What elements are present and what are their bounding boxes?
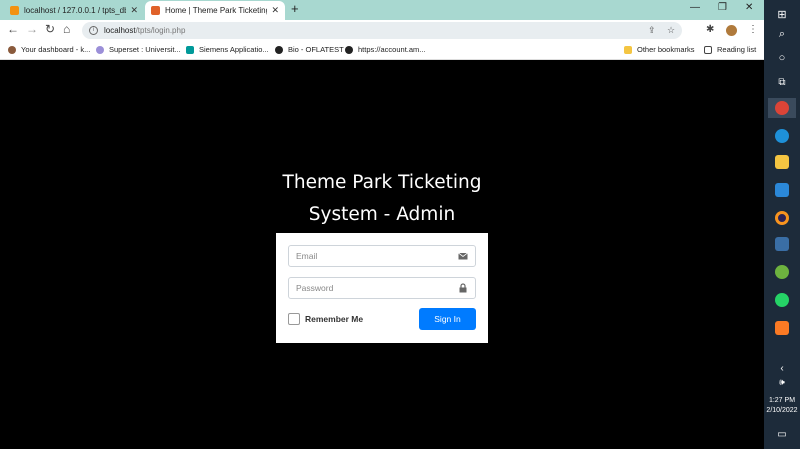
browser-toolbar: ← → ↻ ⌂ i localhost/tpts/login.php ⇪ ☆ ✱… xyxy=(0,20,764,42)
eclipse-app-icon[interactable] xyxy=(772,208,792,228)
search-icon[interactable]: ⌕ xyxy=(772,24,792,44)
visual-studio-icon xyxy=(775,237,789,251)
volume-icon[interactable]: 🕪 xyxy=(772,372,792,392)
minimize-icon[interactable]: — xyxy=(690,2,700,13)
email-field-wrapper xyxy=(288,245,476,267)
phpmyadmin-favicon-icon xyxy=(10,6,19,15)
page-content: Theme Park Ticketing System - Admin Reme… xyxy=(0,60,764,449)
browser-window: localhost / 127.0.0.1 / tpts_db | p ✕ Ho… xyxy=(0,0,764,449)
bookmark-item[interactable]: Your dashboard - k... xyxy=(8,45,90,54)
bookmark-icon xyxy=(186,45,194,54)
bookmark-label: Siemens Applicatio... xyxy=(199,45,269,54)
edge-icon xyxy=(775,129,789,143)
reading-list[interactable]: Reading list xyxy=(704,45,756,54)
clock-time: 1:27 PM xyxy=(768,397,796,404)
tab-phpmyadmin[interactable]: localhost / 127.0.0.1 / tpts_db | p ✕ xyxy=(4,1,144,20)
url-host: localhost xyxy=(104,26,136,35)
system-clock[interactable]: 1:27 PM 2/10/2022 xyxy=(764,396,800,416)
reading-list-icon xyxy=(704,45,712,54)
back-icon[interactable]: ← xyxy=(7,22,19,36)
close-window-icon[interactable]: ✕ xyxy=(745,2,753,13)
reload-icon[interactable]: ↻ xyxy=(45,22,55,36)
windows-start-icon[interactable]: ⊞ xyxy=(772,4,792,24)
store-icon xyxy=(775,183,789,197)
chrome-icon xyxy=(775,101,789,115)
extensions-icon[interactable]: ✱ xyxy=(706,24,714,35)
store-app-icon[interactable] xyxy=(772,180,792,200)
whatsapp-icon xyxy=(775,293,789,307)
xampp-app-icon[interactable] xyxy=(772,318,792,338)
page-title: Theme Park Ticketing System - Admin xyxy=(276,167,488,231)
edge-app-icon[interactable] xyxy=(772,126,792,146)
new-tab-icon[interactable]: + xyxy=(291,1,299,16)
windows-taskbar: ⊞ ⌕ ○ ⧉ ‹ 🕪 1:27 PM 2/10/2022 ▭ xyxy=(764,0,800,449)
other-bookmarks-label: Other bookmarks xyxy=(637,45,695,54)
chrome-app-icon[interactable] xyxy=(768,98,796,118)
url-path: /tpts/login.php xyxy=(135,26,186,35)
bookmark-item[interactable]: Bio - OFLATEST xyxy=(275,45,344,54)
folder-icon xyxy=(775,155,789,169)
share-icon[interactable]: ⇪ xyxy=(648,25,656,36)
bookmark-icon xyxy=(8,45,16,54)
password-field[interactable] xyxy=(289,278,449,298)
clock-date: 2/10/2022 xyxy=(766,407,798,414)
reading-list-label: Reading list xyxy=(717,45,757,54)
profile-avatar[interactable] xyxy=(726,25,737,36)
eclipse-icon xyxy=(775,211,789,225)
remember-me: Remember Me xyxy=(288,313,363,325)
spring-icon xyxy=(775,265,789,279)
folder-icon xyxy=(624,45,632,54)
bookmark-label: https://account.am... xyxy=(358,45,426,54)
title-line: System - Admin xyxy=(308,204,456,225)
bookmark-label: Bio - OFLATEST xyxy=(288,45,344,54)
menu-icon[interactable]: ⋮ xyxy=(748,24,758,35)
cortana-icon[interactable]: ○ xyxy=(772,48,792,68)
bookmark-item[interactable]: Superset : Universit... xyxy=(96,45,181,54)
bookmark-icon xyxy=(275,45,283,54)
tab-strip: localhost / 127.0.0.1 / tpts_db | p ✕ Ho… xyxy=(0,0,764,20)
visual-studio-app-icon[interactable] xyxy=(772,234,792,254)
bookmark-icon xyxy=(96,45,104,54)
tab-title: Home | Theme Park Ticketing Sys xyxy=(165,6,268,15)
site-info-icon[interactable]: i xyxy=(89,26,98,35)
task-view-icon[interactable]: ⧉ xyxy=(772,72,792,92)
other-bookmarks[interactable]: Other bookmarks xyxy=(624,45,695,54)
forward-icon[interactable]: → xyxy=(26,22,38,36)
bookmark-item[interactable]: Siemens Applicatio... xyxy=(186,45,269,54)
password-field-wrapper xyxy=(288,277,476,299)
file-explorer-icon[interactable] xyxy=(772,152,792,172)
envelope-icon xyxy=(458,252,468,260)
notification-icon[interactable]: ▭ xyxy=(772,424,792,444)
remember-me-checkbox[interactable] xyxy=(288,313,300,325)
bookmarks-bar: Your dashboard - k... Superset : Univers… xyxy=(0,42,764,60)
remember-me-label: Remember Me xyxy=(305,314,364,324)
lock-icon xyxy=(459,283,467,293)
sign-in-button[interactable]: Sign In xyxy=(419,308,476,330)
close-tab-icon[interactable]: ✕ xyxy=(271,5,279,16)
close-tab-icon[interactable]: ✕ xyxy=(130,5,138,16)
tab-title: localhost / 127.0.0.1 / tpts_db | p xyxy=(24,6,127,15)
whatsapp-app-icon[interactable] xyxy=(772,290,792,310)
bookmark-label: Superset : Universit... xyxy=(109,45,181,54)
site-favicon-icon xyxy=(151,6,160,15)
address-bar[interactable]: i localhost/tpts/login.php ⇪ ☆ xyxy=(82,22,682,39)
login-card: Remember Me Sign In xyxy=(276,233,488,343)
xampp-icon xyxy=(775,321,789,335)
bookmark-label: Your dashboard - k... xyxy=(21,45,91,54)
tab-home[interactable]: Home | Theme Park Ticketing Sys ✕ xyxy=(145,1,285,20)
title-line: Theme Park Ticketing xyxy=(282,172,482,193)
bookmark-item[interactable]: https://account.am... xyxy=(345,45,426,54)
home-icon[interactable]: ⌂ xyxy=(63,22,70,36)
bookmark-icon xyxy=(345,45,353,54)
spring-app-icon[interactable] xyxy=(772,262,792,282)
bookmark-star-icon[interactable]: ☆ xyxy=(667,25,675,36)
restore-icon[interactable]: ❐ xyxy=(718,2,727,13)
email-field[interactable] xyxy=(289,246,449,266)
